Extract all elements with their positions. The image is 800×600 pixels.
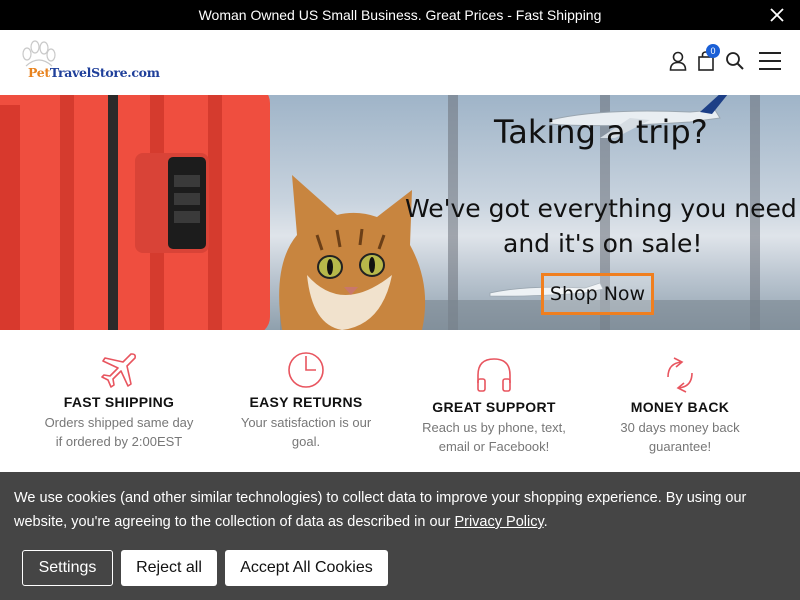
menu-icon[interactable] xyxy=(757,49,783,73)
cookie-text: We use cookies (and other similar techno… xyxy=(14,486,784,534)
accept-all-cookies-button[interactable]: Accept All Cookies xyxy=(225,550,388,586)
feature-desc-line1: Reach us by phone, text, xyxy=(422,420,566,435)
feature-desc-line1: Orders shipped same day xyxy=(44,415,194,430)
feature-title: FAST SHIPPING xyxy=(63,394,175,410)
logo-text-part2: TravelStore.com xyxy=(49,65,160,80)
cookie-banner: We use cookies (and other similar techno… xyxy=(0,472,800,600)
feature-title: EASY RETURNS xyxy=(249,394,363,410)
logo-text-part1: Pet xyxy=(28,65,50,80)
announcement-text: Woman Owned US Small Business. Great Pri… xyxy=(198,7,602,23)
feature-title: GREAT SUPPORT xyxy=(432,399,556,415)
account-icon[interactable] xyxy=(667,50,689,72)
feature-easy-returns: EASY RETURNS Your satisfaction is our go… xyxy=(211,350,401,451)
feature-desc-line2: goal. xyxy=(291,434,321,449)
feature-title: MONEY BACK xyxy=(630,399,730,415)
suitcase-image xyxy=(0,95,270,330)
announcement-bar: Woman Owned US Small Business. Great Pri… xyxy=(0,0,800,30)
feature-desc-line2: email or Facebook! xyxy=(438,439,550,454)
logo-text: PetTravelStore.com xyxy=(28,65,160,80)
hero-banner: Taking a trip? We've got everything you … xyxy=(0,95,800,330)
feature-desc-line2: if ordered by 2:00EST xyxy=(55,434,183,449)
cookie-settings-button[interactable]: Settings xyxy=(22,550,113,586)
clock-icon xyxy=(288,352,324,388)
feature-desc-line1: Your satisfaction is our xyxy=(240,415,372,430)
features-row: FAST SHIPPING Orders shipped same day if… xyxy=(0,330,800,472)
feature-fast-shipping: FAST SHIPPING Orders shipped same day if… xyxy=(24,350,214,451)
site-logo[interactable]: PetTravelStore.com xyxy=(18,40,163,84)
feature-great-support: GREAT SUPPORT Reach us by phone, text, e… xyxy=(399,355,589,456)
site-header: PetTravelStore.com 0 xyxy=(0,30,800,95)
paw-logo-icon xyxy=(22,40,56,67)
reject-all-button[interactable]: Reject all xyxy=(121,550,217,586)
close-icon[interactable] xyxy=(768,6,786,24)
search-icon[interactable] xyxy=(724,50,746,72)
feature-money-back: MONEY BACK 30 days money back guarantee! xyxy=(585,355,775,456)
airplane-icon xyxy=(101,353,136,388)
feature-desc-line2: guarantee! xyxy=(648,439,712,454)
hero-subline-2: and it's on sale! xyxy=(503,229,703,258)
feature-desc-line1: 30 days money back xyxy=(620,420,740,435)
hero-subline-1: We've got everything you need - xyxy=(405,194,800,223)
hero-headline: Taking a trip? xyxy=(494,113,708,151)
cart-count-badge: 0 xyxy=(706,44,720,58)
refresh-icon xyxy=(667,357,693,393)
cookie-message: We use cookies (and other similar techno… xyxy=(14,490,747,530)
shop-now-button[interactable]: Shop Now xyxy=(541,273,654,315)
privacy-policy-link[interactable]: Privacy Policy xyxy=(454,514,543,530)
cookie-message-end: . xyxy=(543,514,548,530)
headphones-icon xyxy=(477,358,511,392)
